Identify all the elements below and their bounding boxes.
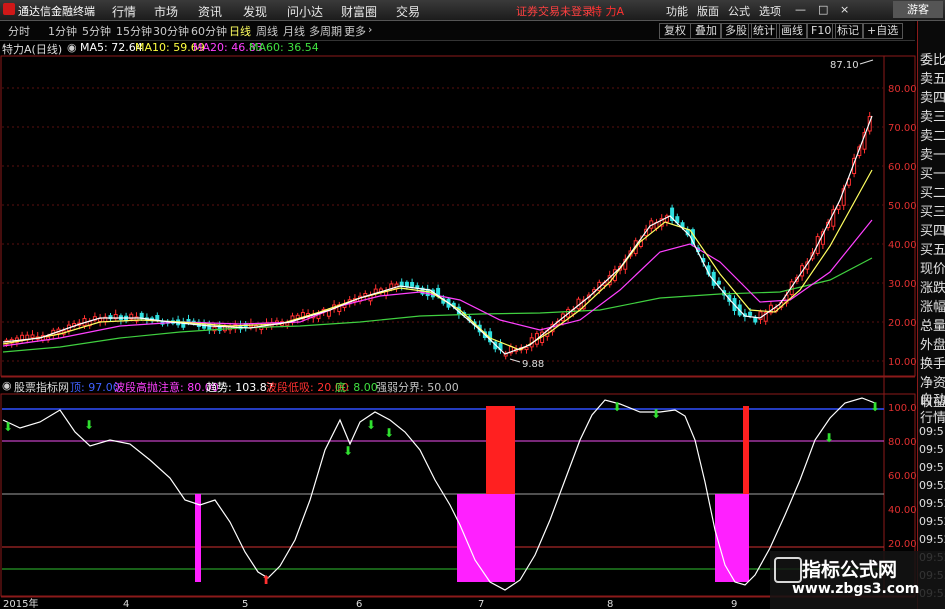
tick-time: 09:52	[919, 479, 945, 492]
down-arrow-icon: ⬇	[651, 407, 661, 421]
candle	[748, 311, 753, 316]
down-arrow-icon: ⬇	[3, 420, 13, 434]
price-axis: 80.00 70.00 60.00 50.00 40.00 30.00 20.0…	[888, 84, 917, 368]
down-arrow-icon: ⬇	[84, 418, 94, 432]
quote-label: 买五	[920, 243, 945, 258]
tick-time: 09:51	[919, 461, 945, 474]
watermark-title: 指标公式网	[802, 559, 898, 581]
quote-label: 买四	[920, 224, 945, 239]
quote-label: 换手	[920, 357, 945, 372]
lower-axis-20: 20.00	[888, 539, 917, 550]
axis-label-50: 50.00	[888, 201, 917, 212]
watermark: 指标公式网 www.zbgs3.com	[770, 551, 945, 609]
high-sell-bar	[743, 406, 749, 494]
quote-label: 卖二	[920, 129, 945, 144]
high-label: 87.10	[830, 60, 859, 71]
watermark-url: www.zbgs3.com	[792, 581, 920, 597]
down-arrow-icon: ⬇	[870, 400, 880, 414]
quote-label: 涨幅	[920, 300, 945, 315]
axis-label-30: 30.00	[888, 279, 917, 290]
axis-label-20: 20.00	[888, 318, 917, 329]
axis-label-10: 10.00	[888, 357, 917, 368]
axis-label-80: 80.00	[888, 84, 917, 95]
candle	[155, 315, 160, 320]
axis-label-40: 40.00	[888, 240, 917, 251]
candle	[285, 322, 290, 326]
trend-label: 趋势: 103.87	[206, 381, 274, 394]
candle	[98, 318, 103, 323]
quote-label: 外盘	[920, 338, 945, 353]
tick-time: 09:52	[919, 533, 945, 546]
candle	[326, 310, 331, 317]
bottom-label: 底: 8.00	[335, 381, 378, 394]
quote-panel: 委比 卖五 卖四 卖三 卖二 卖一 买一 买二 买三 买四 买五 现价 涨跌 涨幅 总量 外盘 换手 净资 收益 自…	[917, 21, 945, 609]
quote-label: 买二	[920, 186, 945, 201]
low-buy-bar	[715, 494, 749, 582]
quote-label: 现价	[920, 262, 945, 277]
down-arrow-icon: ⬇	[612, 400, 622, 414]
watermark-logo-icon	[774, 557, 802, 583]
axis-label-70: 70.00	[888, 123, 917, 134]
quote-label: 卖三	[920, 110, 945, 125]
high-sell-label: 波段高抛注意: 80.00	[114, 381, 219, 394]
tick-time: 09:52	[919, 497, 945, 510]
axis-label-60: 60.00	[888, 162, 917, 173]
lower-axis: 100.0 80.00 60.00 40.00 20.00	[888, 403, 917, 550]
date-label: 4	[123, 599, 129, 609]
high-sell-bar	[486, 406, 515, 494]
down-arrow-icon: ⬇	[366, 418, 376, 432]
quote-label: 卖四	[920, 91, 945, 106]
ma10-line	[2, 169, 873, 351]
quote-label: 买三	[920, 205, 945, 220]
quote-label: 卖一	[920, 148, 945, 163]
candle	[716, 280, 721, 285]
date-label: 9	[731, 599, 737, 609]
date-label: 8	[607, 599, 613, 609]
quote-label: 自动	[920, 393, 945, 408]
lower-axis-40: 40.00	[888, 505, 917, 516]
tick-time: 09:52	[919, 515, 945, 528]
tick-time: 09:51	[919, 443, 945, 456]
indicator-settings-icon[interactable]: ◉	[2, 379, 12, 392]
quote-label: 总量	[920, 319, 945, 334]
date-label: 6	[356, 599, 362, 609]
up-arrow-icon: ⬆	[261, 573, 271, 587]
low-label: 9.88	[522, 359, 544, 370]
candle	[20, 334, 25, 341]
date-label: 7	[478, 599, 484, 609]
quote-label: 买一	[920, 167, 945, 182]
candle	[524, 346, 529, 351]
top-label: 顶: 97.00	[70, 381, 120, 394]
ma5-line	[2, 115, 873, 355]
price-chart[interactable]: 80.00 70.00 60.00 50.00 40.00 30.00 20.0…	[0, 0, 917, 609]
indicator-name[interactable]: 股票指标网	[14, 379, 69, 395]
lower-axis-80: 80.00	[888, 437, 917, 448]
quote-label: 卖五	[920, 72, 945, 87]
quote-label: 行情	[920, 411, 945, 426]
lower-axis-60: 60.00	[888, 471, 917, 482]
down-arrow-icon: ⬇	[384, 426, 394, 440]
lower-axis-100: 100.0	[888, 403, 917, 414]
low-buy-bar	[195, 494, 201, 582]
candle	[410, 282, 415, 287]
lower-grid	[2, 408, 884, 570]
candle	[680, 222, 685, 228]
high-marker	[859, 59, 874, 65]
quote-label: 委比	[920, 53, 945, 68]
date-label: 2015年	[3, 597, 38, 609]
upper-frame	[0, 55, 916, 377]
down-arrow-icon: ⬇	[343, 444, 353, 458]
down-arrow-icon: ⬇	[824, 431, 834, 445]
candle	[30, 334, 35, 339]
tick-time: 09:51	[919, 425, 945, 438]
candle	[404, 281, 409, 287]
date-label: 5	[242, 599, 248, 609]
quote-label: 涨跌	[920, 281, 945, 296]
date-axis: 2015年 4 5 6 7 8 9	[3, 597, 737, 609]
divide-label: 强弱分界: 50.00	[376, 381, 459, 394]
